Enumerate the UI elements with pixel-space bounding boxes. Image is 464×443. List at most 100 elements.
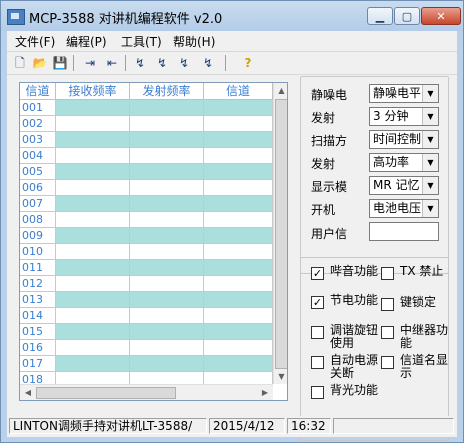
rx-frequency-cell[interactable]	[56, 292, 130, 308]
write-to-radio-icon[interactable]: ⇤	[103, 54, 121, 72]
channel-extra-cell[interactable]	[204, 228, 273, 244]
table-row[interactable]: 001	[20, 100, 287, 116]
channel-extra-cell[interactable]	[204, 100, 273, 116]
rx-frequency-cell[interactable]	[56, 356, 130, 372]
rx-frequency-cell[interactable]	[56, 148, 130, 164]
tx-power-select[interactable]: 高功率 ▼	[369, 153, 439, 172]
tx-frequency-cell[interactable]	[130, 228, 204, 244]
chevron-down-icon[interactable]: ▼	[422, 131, 438, 148]
channel-number-cell[interactable]: 014	[20, 308, 56, 324]
channel-extra-cell[interactable]	[204, 292, 273, 308]
tx-frequency-cell[interactable]	[130, 116, 204, 132]
channel-number-cell[interactable]: 009	[20, 228, 56, 244]
channel-extra-cell[interactable]	[204, 212, 273, 228]
rx-frequency-cell[interactable]	[56, 164, 130, 180]
menu-file[interactable]: 文件(F)	[15, 33, 55, 50]
column-header-rx-freq[interactable]: 接收频率	[56, 83, 130, 100]
table-row[interactable]: 011	[20, 260, 287, 276]
rx-frequency-cell[interactable]	[56, 276, 130, 292]
table-row[interactable]: 010	[20, 244, 287, 260]
table-row[interactable]: 014	[20, 308, 287, 324]
menu-tools[interactable]: 工具(T)	[121, 33, 162, 50]
save-icon[interactable]: 💾	[51, 54, 69, 72]
table-row[interactable]: 009	[20, 228, 287, 244]
channel-extra-cell[interactable]	[204, 132, 273, 148]
scroll-left-icon[interactable]: ◀	[20, 385, 36, 400]
column-header-channel[interactable]: 信道	[20, 83, 56, 100]
channel-number-cell[interactable]: 005	[20, 164, 56, 180]
table-row[interactable]: 017	[20, 356, 287, 372]
maximize-button[interactable]: ▢	[394, 7, 420, 25]
scroll-right-icon[interactable]: ▶	[257, 385, 273, 400]
chevron-down-icon[interactable]: ▼	[422, 200, 438, 217]
table-row[interactable]: 005	[20, 164, 287, 180]
chevron-down-icon[interactable]: ▼	[422, 154, 438, 171]
tx-frequency-cell[interactable]	[130, 132, 204, 148]
tx-frequency-cell[interactable]	[130, 180, 204, 196]
radio-tool-1-icon[interactable]: ↯	[131, 54, 149, 72]
chevron-down-icon[interactable]: ▼	[422, 85, 438, 102]
table-row[interactable]: 007	[20, 196, 287, 212]
minimize-button[interactable]: ▁	[367, 7, 393, 25]
help-icon[interactable]: ?	[239, 54, 257, 72]
new-file-icon[interactable]: 🗋	[11, 54, 29, 72]
channel-extra-cell[interactable]	[204, 244, 273, 260]
close-button[interactable]: ✕	[421, 7, 461, 25]
horizontal-scrollbar[interactable]: ◀ ▶	[20, 384, 273, 400]
table-row[interactable]: 013	[20, 292, 287, 308]
channel-extra-cell[interactable]	[204, 164, 273, 180]
chevron-down-icon[interactable]: ▼	[422, 108, 438, 125]
display-mode-select[interactable]: MR 记忆 ▼	[369, 176, 439, 195]
channel-extra-cell[interactable]	[204, 116, 273, 132]
channel-number-cell[interactable]: 013	[20, 292, 56, 308]
scroll-down-icon[interactable]: ▼	[274, 369, 287, 384]
scan-mode-select[interactable]: 时间控制 ▼	[369, 130, 439, 149]
tx-frequency-cell[interactable]	[130, 308, 204, 324]
table-row[interactable]: 008	[20, 212, 287, 228]
rx-frequency-cell[interactable]	[56, 196, 130, 212]
tx-frequency-cell[interactable]	[130, 244, 204, 260]
table-row[interactable]: 012	[20, 276, 287, 292]
open-folder-icon[interactable]: 📂	[31, 54, 49, 72]
horizontal-scroll-thumb[interactable]	[36, 387, 176, 399]
tx-frequency-cell[interactable]	[130, 212, 204, 228]
vertical-scroll-thumb[interactable]	[275, 99, 287, 369]
channel-extra-cell[interactable]	[204, 340, 273, 356]
tx-frequency-cell[interactable]	[130, 260, 204, 276]
tx-frequency-cell[interactable]	[130, 324, 204, 340]
channel-number-cell[interactable]: 008	[20, 212, 56, 228]
channel-number-cell[interactable]: 007	[20, 196, 56, 212]
channel-number-cell[interactable]: 001	[20, 100, 56, 116]
squelch-select[interactable]: 静噪电平 ▼	[369, 84, 439, 103]
channel-extra-cell[interactable]	[204, 356, 273, 372]
channel-number-cell[interactable]: 015	[20, 324, 56, 340]
rx-frequency-cell[interactable]	[56, 324, 130, 340]
rx-frequency-cell[interactable]	[56, 212, 130, 228]
rx-frequency-cell[interactable]	[56, 228, 130, 244]
table-row[interactable]: 004	[20, 148, 287, 164]
channel-extra-cell[interactable]	[204, 148, 273, 164]
channel-extra-cell[interactable]	[204, 324, 273, 340]
table-row[interactable]: 016	[20, 340, 287, 356]
channel-number-cell[interactable]: 010	[20, 244, 56, 260]
chevron-down-icon[interactable]: ▼	[422, 177, 438, 194]
title-bar[interactable]: MCP-3588 对讲机编程软件 v2.0 ▁ ▢ ✕	[1, 1, 463, 31]
channel-extra-cell[interactable]	[204, 196, 273, 212]
tx-frequency-cell[interactable]	[130, 164, 204, 180]
scroll-up-icon[interactable]: ▲	[274, 83, 287, 98]
channel-extra-cell[interactable]	[204, 180, 273, 196]
vertical-scrollbar[interactable]: ▲ ▼	[273, 83, 287, 384]
channel-number-cell[interactable]: 011	[20, 260, 56, 276]
channel-number-cell[interactable]: 017	[20, 356, 56, 372]
tx-frequency-cell[interactable]	[130, 340, 204, 356]
menu-help[interactable]: 帮助(H)	[173, 33, 215, 50]
tx-frequency-cell[interactable]	[130, 148, 204, 164]
rx-frequency-cell[interactable]	[56, 132, 130, 148]
table-row[interactable]: 015	[20, 324, 287, 340]
column-header-channel-2[interactable]: 信道	[204, 83, 273, 100]
rx-frequency-cell[interactable]	[56, 116, 130, 132]
rx-frequency-cell[interactable]	[56, 100, 130, 116]
channel-extra-cell[interactable]	[204, 276, 273, 292]
channel-number-cell[interactable]: 004	[20, 148, 56, 164]
tx-frequency-cell[interactable]	[130, 292, 204, 308]
